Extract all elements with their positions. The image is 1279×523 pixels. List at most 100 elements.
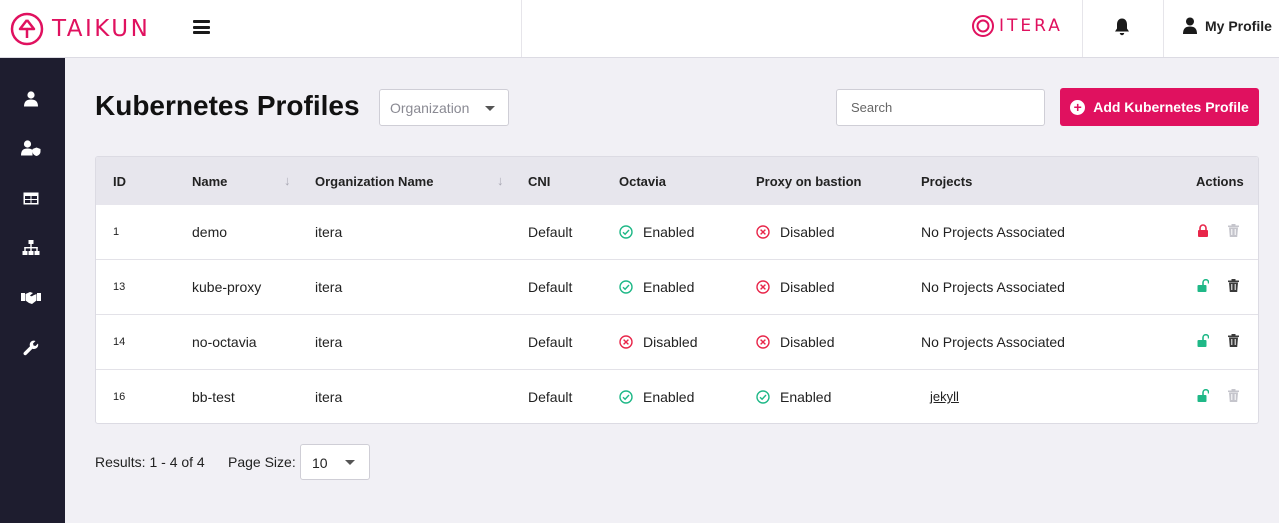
projects-cell: No Projects Associated: [921, 279, 1065, 295]
x-circle-icon: [619, 335, 633, 349]
user-icon: [24, 91, 38, 107]
check-circle-icon: [619, 280, 633, 294]
page-size-select[interactable]: 10: [300, 444, 370, 480]
profiles-table: ID Name ↓ Organization Name ↓ CNI Octavi…: [95, 156, 1259, 424]
name-cell: no-octavia: [192, 334, 257, 350]
column-header-octavia[interactable]: Octavia: [619, 174, 666, 189]
status-text: Disabled: [780, 279, 835, 295]
add-kubernetes-profile-button[interactable]: + Add Kubernetes Profile: [1060, 88, 1259, 126]
delete-button[interactable]: [1228, 334, 1239, 352]
column-header-organization-name[interactable]: Organization Name: [315, 174, 433, 189]
sidebar-item-partners[interactable]: [20, 287, 42, 309]
handshake-icon: [21, 292, 41, 304]
lock-closed-icon: [1198, 224, 1208, 237]
partner-logo: ITERA: [971, 14, 1063, 38]
trash-icon: [1228, 334, 1239, 347]
id-cell: 16: [113, 391, 126, 403]
trash-icon: [1228, 279, 1239, 292]
name-cell: kube-proxy: [192, 279, 262, 295]
octavia-status: Enabled: [619, 279, 694, 295]
column-header-cni[interactable]: CNI: [528, 174, 550, 189]
sidebar-item-organizations[interactable]: [20, 237, 42, 259]
sidebar-item-user-roles[interactable]: [20, 137, 42, 159]
check-circle-icon: [619, 390, 633, 404]
column-header-name[interactable]: Name: [192, 174, 227, 189]
table-row[interactable]: 16 bb-test itera Default Enabled Enabled jekyl…: [96, 370, 1258, 423]
organization-select[interactable]: Organization: [379, 89, 509, 126]
notifications-bell-icon[interactable]: [1113, 17, 1131, 42]
name-cell: demo: [192, 224, 228, 240]
page-title: Kubernetes Profiles: [95, 90, 360, 121]
organization-cell: itera: [315, 224, 343, 240]
organization-select-placeholder: Organization: [390, 100, 470, 116]
unlock-button[interactable]: [1197, 224, 1209, 242]
sort-arrow-down-icon[interactable]: ↓: [284, 173, 291, 188]
check-circle-icon: [756, 390, 770, 404]
table-row[interactable]: 13 kube-proxy itera Default Enabled Disabled N…: [96, 260, 1258, 315]
trash-icon: [1228, 224, 1239, 237]
delete-button[interactable]: [1228, 279, 1239, 297]
chevron-down-icon: [485, 106, 495, 111]
projects-cell: No Projects Associated: [921, 334, 1065, 350]
sort-arrow-down-icon[interactable]: ↓: [497, 173, 504, 188]
id-cell: 14: [113, 336, 126, 348]
sidebar-item-users[interactable]: [20, 88, 42, 110]
status-text: Enabled: [643, 224, 695, 240]
column-header-proxy-on-bastion[interactable]: Proxy on bastion: [756, 174, 861, 189]
lock-open-icon: [1197, 333, 1210, 347]
table-header: ID Name ↓ Organization Name ↓ CNI Octavi…: [96, 157, 1258, 205]
sidebar: [0, 58, 65, 523]
wrench-icon: [23, 340, 39, 356]
status-text: Disabled: [780, 224, 835, 240]
check-circle-icon: [619, 225, 633, 239]
project-link[interactable]: jekyll: [930, 389, 959, 404]
id-cell: 1: [113, 226, 120, 238]
lock-open-icon: [1197, 388, 1210, 402]
chevron-down-icon: [345, 460, 355, 465]
status-text: Enabled: [643, 389, 695, 405]
brand-logo[interactable]: TAIKUN: [10, 11, 150, 47]
cni-cell: Default: [528, 279, 573, 295]
table-row[interactable]: 14 no-octavia itera Default Disabled Disabled…: [96, 315, 1258, 370]
cni-cell: Default: [528, 389, 573, 405]
x-circle-icon: [756, 225, 770, 239]
partner-name: ITERA: [999, 16, 1063, 36]
plus-circle-icon: +: [1070, 99, 1086, 115]
lock-button[interactable]: [1197, 278, 1210, 297]
divider: [1082, 0, 1083, 57]
delete-button[interactable]: [1228, 389, 1239, 407]
taikun-logo-icon: [10, 12, 44, 46]
sitemap-icon: [22, 240, 40, 255]
profile-menu[interactable]: My Profile: [1183, 17, 1272, 35]
top-bar: TAIKUN ITERA My Profile: [0, 0, 1279, 58]
organization-cell: itera: [315, 389, 343, 405]
lock-open-icon: [1197, 278, 1210, 292]
menu-toggle-icon[interactable]: [193, 20, 210, 34]
column-header-projects[interactable]: Projects: [921, 174, 972, 189]
delete-button[interactable]: [1228, 224, 1239, 242]
divider: [521, 0, 522, 57]
user-shield-icon: [21, 140, 41, 156]
octavia-status: Enabled: [619, 389, 694, 405]
cni-cell: Default: [528, 334, 573, 350]
page-size-value: 10: [312, 455, 328, 471]
proxy-status: Enabled: [756, 389, 831, 405]
sidebar-item-table[interactable]: [20, 187, 42, 209]
x-circle-icon: [756, 280, 770, 294]
column-header-id[interactable]: ID: [113, 174, 126, 189]
results-count: Results: 1 - 4 of 4: [95, 454, 205, 470]
status-text: Disabled: [643, 334, 698, 350]
brand-name: TAIKUN: [52, 16, 151, 42]
divider: [1163, 0, 1164, 57]
sidebar-item-tools[interactable]: [20, 337, 42, 359]
itera-logo-icon: [972, 15, 994, 37]
organization-cell: itera: [315, 279, 343, 295]
lock-button[interactable]: [1197, 333, 1210, 352]
table-row[interactable]: 1 demo itera Default Enabled Disabled No Proje…: [96, 205, 1258, 260]
status-text: Enabled: [643, 279, 695, 295]
search-input[interactable]: [836, 89, 1045, 126]
lock-button[interactable]: [1197, 388, 1210, 407]
table-icon: [23, 192, 39, 204]
x-circle-icon: [756, 335, 770, 349]
projects-cell: No Projects Associated: [921, 224, 1065, 240]
